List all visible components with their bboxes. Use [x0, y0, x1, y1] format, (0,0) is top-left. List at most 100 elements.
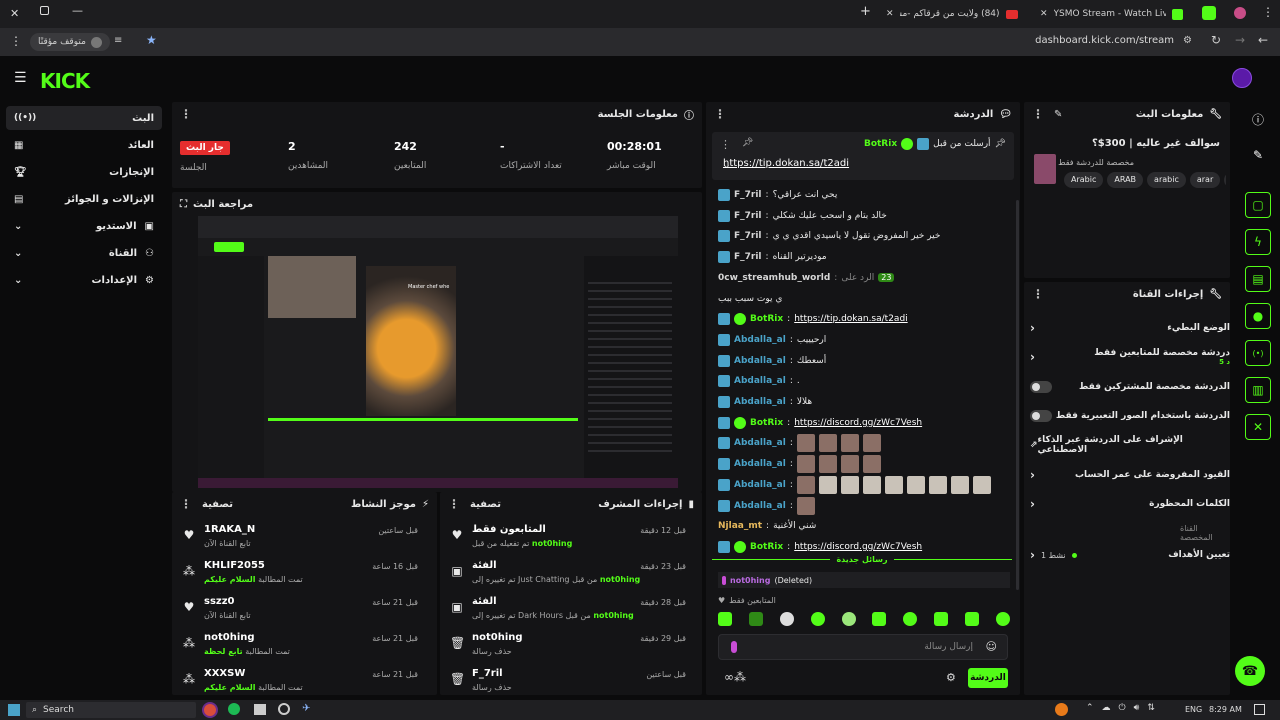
emoji-icon[interactable]: ☺: [986, 640, 997, 653]
tab-kick-stream[interactable]: ✕ YSMO Stream - Watch Live on: [1040, 4, 1190, 24]
document-icon[interactable]: ▤: [1245, 266, 1271, 292]
edit-pencil-icon[interactable]: ✎: [1054, 109, 1062, 120]
chat-username[interactable]: 0cw_streamhub_world: [718, 273, 830, 283]
notifications-icon[interactable]: [1254, 704, 1265, 715]
activity-user[interactable]: sszz0: [204, 596, 235, 607]
user-avatar[interactable]: [1232, 68, 1252, 88]
close-tab-icon[interactable]: ✕: [886, 9, 894, 19]
sidebar-item-achievements[interactable]: 🏆︎ الإنجازات: [6, 160, 162, 184]
more-options-icon[interactable]: ⋮: [448, 497, 460, 511]
profile-icon[interactable]: [1234, 7, 1246, 19]
goals-row[interactable]: › 1 نشط تعيين الأهداف: [1030, 544, 1230, 566]
reading-list-icon[interactable]: ≡: [114, 35, 122, 46]
chat-username[interactable]: F_7ril: [734, 211, 762, 221]
chat-message[interactable]: F_7ril: خير خير المفروض تقول لا ياسيدي اق…: [718, 227, 940, 245]
activity-user[interactable]: 1RAKA_N: [204, 524, 255, 535]
emote-icon[interactable]: [841, 612, 856, 626]
mic-icon[interactable]: [731, 641, 737, 653]
chat-username[interactable]: Abdalla_al: [734, 501, 786, 511]
chat-message[interactable]: Abdalla_al: هلالا: [718, 393, 812, 411]
sidebar-item-studio[interactable]: ⌄ الاستديو ▣: [6, 214, 162, 238]
more-options-icon[interactable]: ⋮: [180, 497, 192, 511]
pinned-link[interactable]: https://tip.dokan.sa/t2adi: [723, 158, 849, 169]
activity-user[interactable]: XXXSW: [204, 668, 245, 679]
clock[interactable]: 8:29 AM: [1209, 705, 1242, 714]
chat-message[interactable]: F_7ril: يحي انت عراقي؟: [718, 186, 837, 204]
stream-preview-video[interactable]: Master chef whe: [198, 216, 678, 488]
chat-username[interactable]: BotRix: [750, 418, 783, 428]
forward-icon[interactable]: →: [1235, 33, 1245, 47]
chat-username[interactable]: Abdalla_al: [734, 480, 786, 490]
site-settings-icon[interactable]: ⚙: [1183, 35, 1192, 46]
pinned-user[interactable]: BotRix: [864, 139, 897, 149]
stream-category[interactable]: مخصصة للدردشة فقط: [1058, 158, 1134, 167]
emote-icon[interactable]: [779, 612, 794, 626]
pin-icon[interactable]: 📌︎: [742, 138, 753, 148]
activity-user[interactable]: KHLIF2055: [204, 560, 265, 571]
chat-message[interactable]: F_7ril: خالد بتام و اسحب عليك شكلي: [718, 207, 887, 225]
more-options-icon[interactable]: ⋮: [1032, 107, 1044, 121]
wrench-icon[interactable]: ✕: [1245, 414, 1271, 440]
bookmark-star-icon[interactable]: ★: [146, 33, 157, 47]
chat-username[interactable]: BotRix: [750, 314, 783, 324]
chat-bubble-icon[interactable]: ●: [1245, 303, 1271, 329]
chat-username[interactable]: Abdalla_al: [734, 459, 786, 469]
tag[interactable]: arabic: [1147, 172, 1186, 188]
sidebar-item-settings[interactable]: ⌄ الإعدادات ⚙: [6, 268, 162, 292]
expand-icon[interactable]: ⛶: [180, 199, 187, 210]
new-tab-icon[interactable]: +: [860, 4, 871, 19]
broadcast-icon[interactable]: (•): [1245, 340, 1271, 366]
slow-mode-row[interactable]: › الوضع البطيء: [1030, 317, 1230, 339]
gear-icon[interactable]: ⚙: [946, 671, 956, 684]
chat-username[interactable]: F_7ril: [734, 252, 762, 262]
paused-chip[interactable]: متوقف مؤقتًا: [30, 33, 110, 51]
chat-message[interactable]: F_7ril: موديرتير القناه: [718, 248, 827, 266]
chips-icon[interactable]: ∞⁂: [724, 670, 746, 684]
chat-link[interactable]: https://discord.gg/zWc7Vesh: [794, 542, 922, 552]
tab-youtube[interactable]: ✕ (84) ولايت من قرقاكم -مسرع: [886, 4, 1036, 24]
close-window-icon[interactable]: ✕: [10, 7, 19, 20]
chat-username[interactable]: Abdalla_al: [734, 397, 786, 407]
chat-message[interactable]: Abdalla_al: أسعطك: [718, 352, 826, 370]
emote-icon[interactable]: [748, 612, 763, 626]
chat-message[interactable]: Njlaa_mt: شني الأغنية: [718, 517, 816, 535]
hamburger-menu-icon[interactable]: ☰: [14, 70, 27, 86]
menu-icon[interactable]: ⋮: [10, 34, 22, 48]
chat-message[interactable]: Abdalla_al:: [718, 475, 991, 494]
app-taskbar-icon[interactable]: [254, 704, 266, 715]
tag[interactable]: arar: [1189, 172, 1221, 188]
send-chat-button[interactable]: الدردشة: [968, 668, 1008, 688]
chat-scrollbar[interactable]: [1016, 200, 1019, 590]
chat-message[interactable]: ي يوت سبب ببب: [718, 290, 782, 308]
chat-message[interactable]: Abdalla_al: ارحيييب: [718, 331, 826, 349]
chat-username[interactable]: Abdalla_al: [734, 438, 786, 448]
filter-button[interactable]: تصفية: [470, 499, 501, 510]
url-text[interactable]: dashboard.kick.com/stream: [1035, 35, 1174, 46]
filter-button[interactable]: تصفية: [202, 499, 233, 510]
menu-icon[interactable]: ⋮: [1262, 5, 1274, 19]
followers-only-row[interactable]: › دردشة مخصصة للمتابعين فقط 5 د: [1030, 342, 1230, 372]
subscribers-only-toggle[interactable]: [1030, 381, 1052, 393]
edit-pencil-icon[interactable]: ✎: [1245, 142, 1271, 168]
chat-username[interactable]: Abdalla_al: [734, 356, 786, 366]
sidebar-item-stream[interactable]: ((•)) البث: [6, 106, 162, 130]
layout-icon[interactable]: ▥: [1245, 377, 1271, 403]
ai-moderation-row[interactable]: ⇗ الإشراف على الدردشة عبر الذكاء الاصطنا…: [1030, 434, 1230, 456]
activity-user[interactable]: not0hing: [204, 632, 255, 643]
more-options-icon[interactable]: ⋮: [720, 138, 731, 151]
sidebar-item-channel[interactable]: ⌄ القناة ⚇: [6, 241, 162, 265]
more-options-icon[interactable]: ⋮: [714, 107, 726, 121]
emote-icon[interactable]: [810, 612, 825, 626]
bolt-icon[interactable]: ϟ: [1245, 229, 1271, 255]
mod-action-user[interactable]: not0hing: [532, 539, 572, 548]
chat-username[interactable]: not0hing: [730, 576, 770, 585]
minimize-icon[interactable]: —: [72, 4, 83, 17]
emote-icon[interactable]: [718, 612, 732, 626]
banned-words-row[interactable]: › الكلمات المحظورة: [1030, 493, 1230, 515]
emote-icon[interactable]: [872, 612, 887, 626]
more-options-icon[interactable]: ⋮: [180, 107, 192, 121]
tag[interactable]: ARAB: [1107, 172, 1144, 188]
sidebar-item-drops[interactable]: ▤ الإنزالات و الجوائز: [6, 187, 162, 211]
windows-start-icon[interactable]: [8, 704, 20, 716]
chrome-taskbar-icon[interactable]: [202, 702, 218, 718]
